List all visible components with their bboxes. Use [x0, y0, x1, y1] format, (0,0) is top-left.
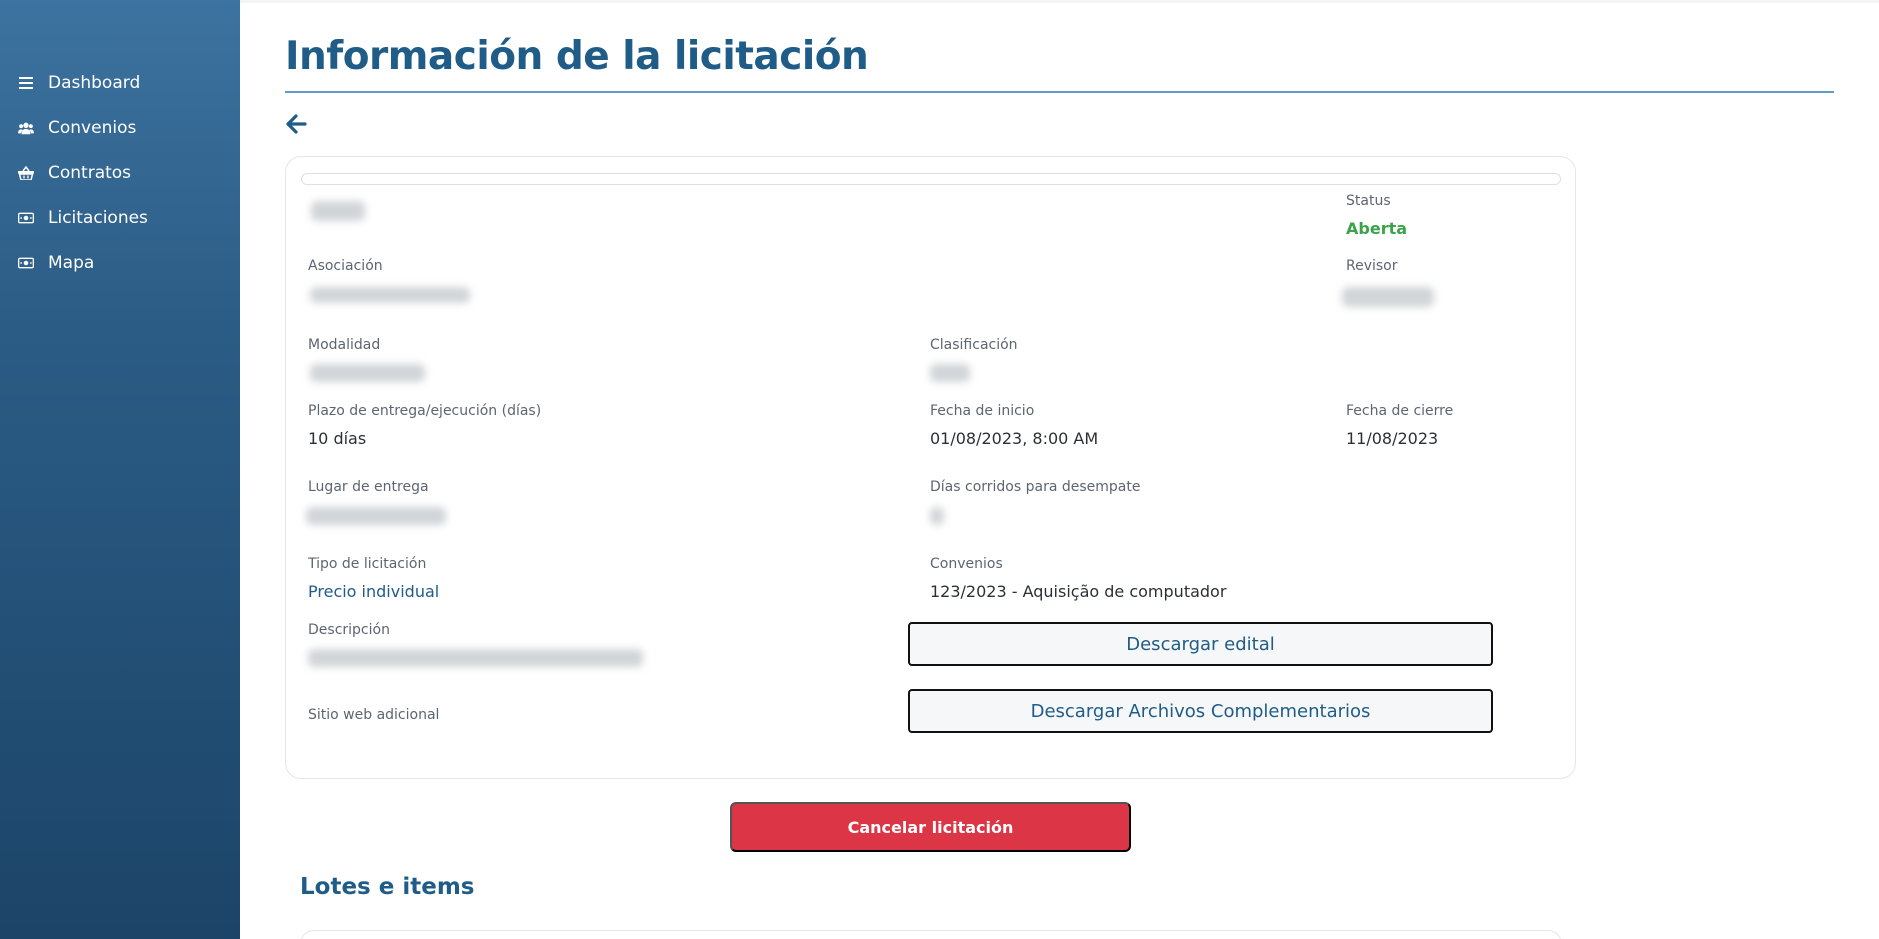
fecha-cierre-label: Fecha de cierre: [1346, 403, 1454, 419]
status-label: Status: [1346, 193, 1391, 209]
licitacion-number-redacted: [311, 201, 365, 221]
sidebar-item-dashboard[interactable]: Dashboard: [0, 60, 240, 105]
sidebar-item-label: Contratos: [48, 162, 132, 183]
sidebar-item-label: Convenios: [48, 117, 137, 138]
convenios-value: 123/2023 - Aquisição de computador: [930, 582, 1227, 601]
descripcion-value-redacted: [308, 649, 643, 667]
revisor-label: Revisor: [1346, 258, 1398, 274]
modalidad-label: Modalidad: [308, 337, 381, 353]
dias-desempate-label: Días corridos para desempate: [930, 479, 1141, 495]
clasificacion-label: Clasificación: [930, 337, 1018, 353]
revisor-value-redacted: [1342, 287, 1434, 307]
descargar-archivos-button[interactable]: Descargar Archivos Complementarios: [908, 689, 1493, 733]
sidebar-item-label: Licitaciones: [48, 207, 148, 228]
plazo-label: Plazo de entrega/ejecución (días): [308, 403, 542, 419]
bars-icon: [18, 75, 34, 91]
basket-icon: [18, 165, 34, 181]
money-bill-icon: [18, 255, 34, 271]
asociacion-label: Asociación: [308, 258, 383, 274]
licitacion-details-card: Status Aberta Asociación Revisor Modalid…: [285, 156, 1576, 779]
sidebar-item-label: Mapa: [48, 252, 95, 273]
fecha-cierre-value: 11/08/2023: [1346, 429, 1439, 448]
descargar-edital-button[interactable]: Descargar edital: [908, 622, 1493, 666]
tipo-licitacion-label: Tipo de licitación: [308, 556, 427, 572]
cancelar-licitacion-button[interactable]: Cancelar licitación: [730, 802, 1131, 852]
sidebar-nav: Dashboard Convenios Contratos Licitacion…: [0, 0, 240, 285]
descripcion-label: Descripción: [308, 622, 390, 638]
sidebar-item-convenios[interactable]: Convenios: [0, 105, 240, 150]
modalidad-value-redacted: [310, 364, 425, 382]
sidebar-item-mapa[interactable]: Mapa: [0, 240, 240, 285]
title-divider: [285, 91, 1834, 93]
sidebar-item-contratos[interactable]: Contratos: [0, 150, 240, 195]
clasificacion-value-redacted: [930, 364, 970, 382]
fecha-inicio-value: 01/08/2023, 8:00 AM: [930, 429, 1099, 448]
money-bill-icon: [18, 210, 34, 226]
fecha-inicio-label: Fecha de inicio: [930, 403, 1035, 419]
progress-bar: [301, 173, 1561, 185]
convenios-label: Convenios: [930, 556, 1003, 572]
status-value: Aberta: [1346, 219, 1408, 238]
sitio-web-label: Sitio web adicional: [308, 707, 440, 723]
sidebar-item-label: Dashboard: [48, 72, 141, 93]
lotes-card: [300, 930, 1562, 939]
dias-desempate-value-redacted: [930, 507, 944, 525]
back-arrow-icon[interactable]: [285, 113, 309, 137]
lugar-value-redacted: [306, 507, 446, 525]
main-content: Información de la licitación Status Aber…: [240, 0, 1879, 939]
sidebar-item-licitaciones[interactable]: Licitaciones: [0, 195, 240, 240]
lugar-label: Lugar de entrega: [308, 479, 429, 495]
lotes-section-title: Lotes e items: [300, 874, 475, 900]
users-icon: [18, 120, 34, 136]
sidebar: Dashboard Convenios Contratos Licitacion…: [0, 0, 240, 939]
page-title: Información de la licitación: [285, 34, 869, 79]
tipo-licitacion-value: Precio individual: [308, 582, 440, 601]
asociacion-value-redacted: [310, 287, 470, 303]
top-divider: [240, 0, 1879, 3]
plazo-value: 10 días: [308, 429, 367, 448]
